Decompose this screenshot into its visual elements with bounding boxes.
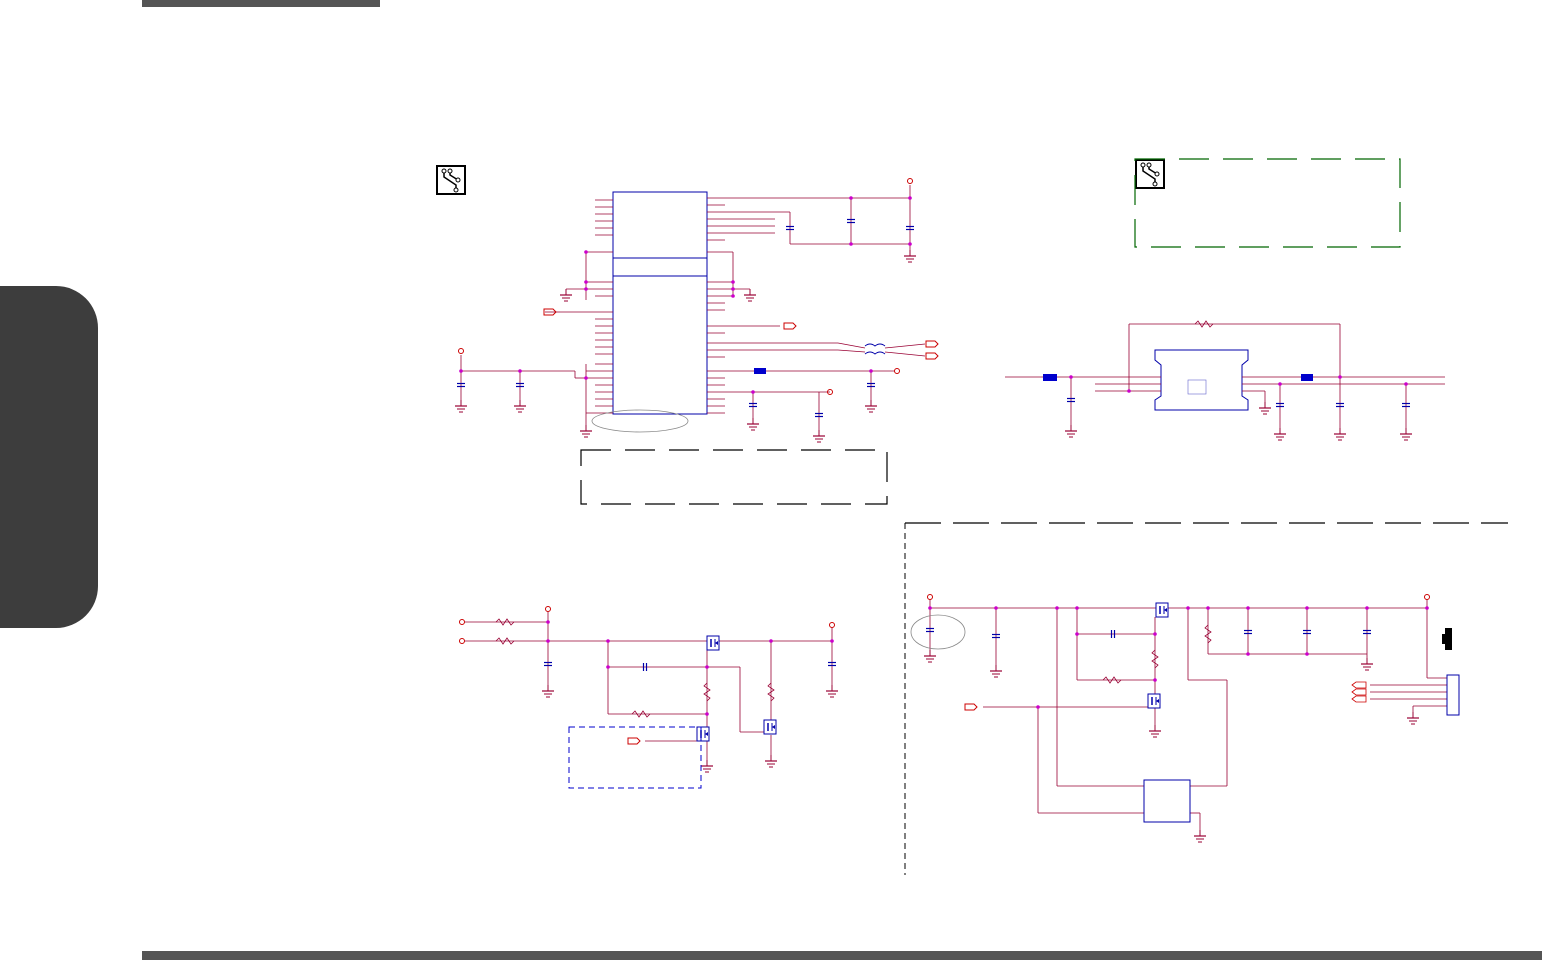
power-switch-block-right [910, 594, 1460, 843]
card-reader-block [1005, 320, 1445, 441]
note-box-right [1134, 158, 1401, 248]
power-switch-block-left [459, 606, 839, 773]
ic-controller-block [454, 178, 939, 443]
note-box-left [580, 449, 888, 505]
option-box-left [568, 726, 702, 789]
schematic-diagram [454, 158, 1508, 875]
